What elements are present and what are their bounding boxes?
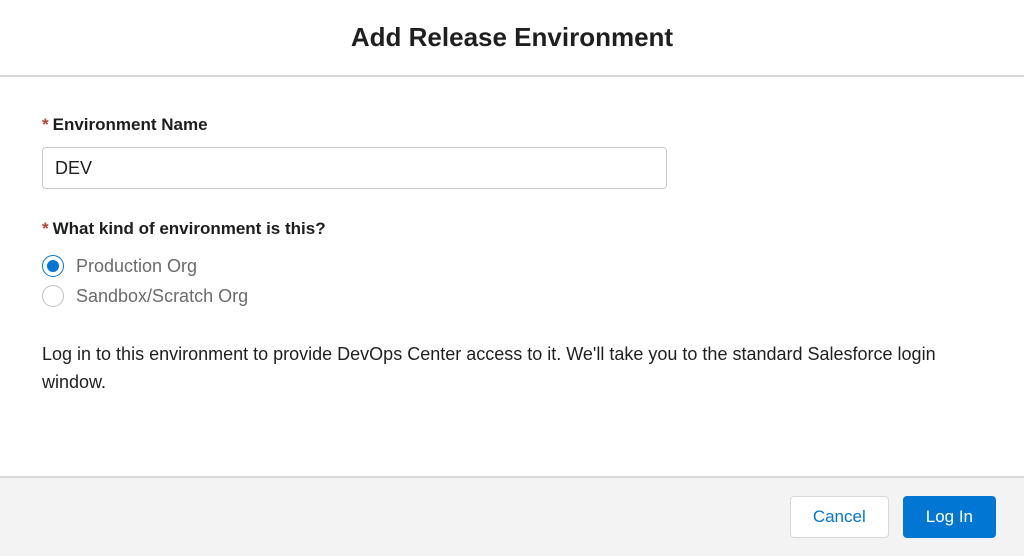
radio-label: Sandbox/Scratch Org	[76, 286, 248, 307]
radio-production-org[interactable]: Production Org	[42, 251, 982, 281]
environment-name-field: *Environment Name	[42, 115, 982, 189]
modal-header: Add Release Environment	[0, 0, 1024, 77]
radio-sandbox-scratch-org[interactable]: Sandbox/Scratch Org	[42, 281, 982, 311]
environment-name-label-text: Environment Name	[53, 115, 208, 134]
environment-kind-field: *What kind of environment is this? Produ…	[42, 219, 982, 311]
login-info-text: Log in to this environment to provide De…	[42, 341, 982, 397]
radio-indicator-icon	[42, 285, 64, 307]
modal-footer: Cancel Log In	[0, 476, 1024, 556]
modal-content: *Environment Name *What kind of environm…	[0, 77, 1024, 476]
environment-kind-radio-group: Production Org Sandbox/Scratch Org	[42, 251, 982, 311]
modal-title: Add Release Environment	[0, 22, 1024, 53]
required-star: *	[42, 219, 49, 238]
cancel-button[interactable]: Cancel	[790, 496, 889, 538]
required-star: *	[42, 115, 49, 134]
radio-indicator-icon	[42, 255, 64, 277]
environment-kind-label: *What kind of environment is this?	[42, 219, 982, 239]
login-button[interactable]: Log In	[903, 496, 996, 538]
radio-label: Production Org	[76, 256, 197, 277]
environment-name-input[interactable]	[42, 147, 667, 189]
environment-name-label: *Environment Name	[42, 115, 982, 135]
environment-kind-label-text: What kind of environment is this?	[53, 219, 326, 238]
